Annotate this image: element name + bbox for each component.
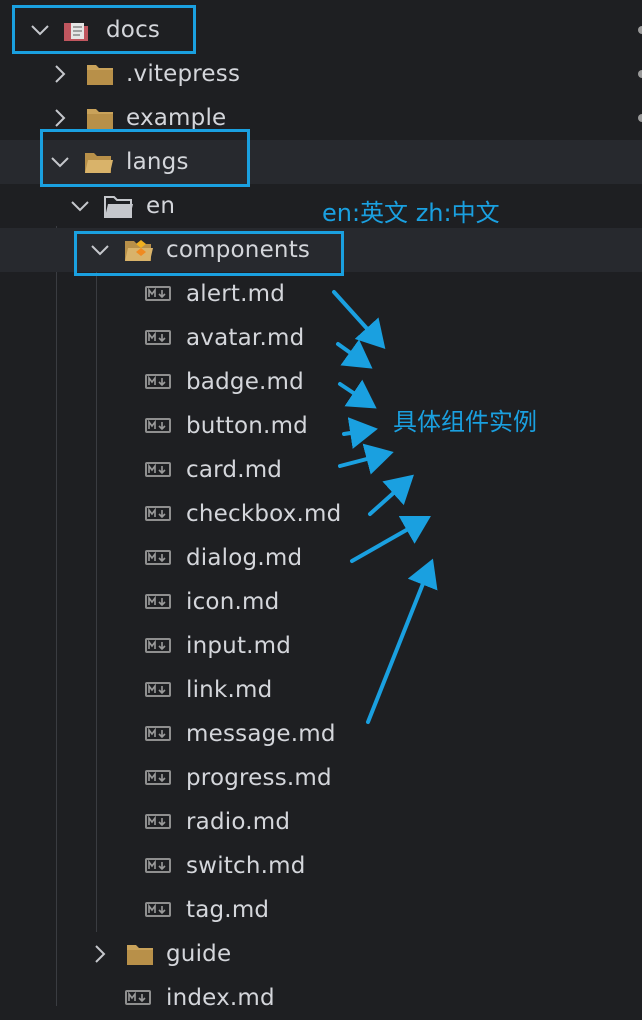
- arrow: [368, 474, 414, 516]
- annotation-arrows: [332, 290, 438, 724]
- arrow: [342, 417, 378, 449]
- arrow: [336, 339, 373, 369]
- arrow: [338, 379, 377, 409]
- arrow: [366, 558, 438, 724]
- arrow: [350, 515, 431, 563]
- arrow: [332, 290, 386, 349]
- arrow: [338, 443, 394, 475]
- file-explorer: docs .vitepress example langs en compone…: [0, 0, 642, 1011]
